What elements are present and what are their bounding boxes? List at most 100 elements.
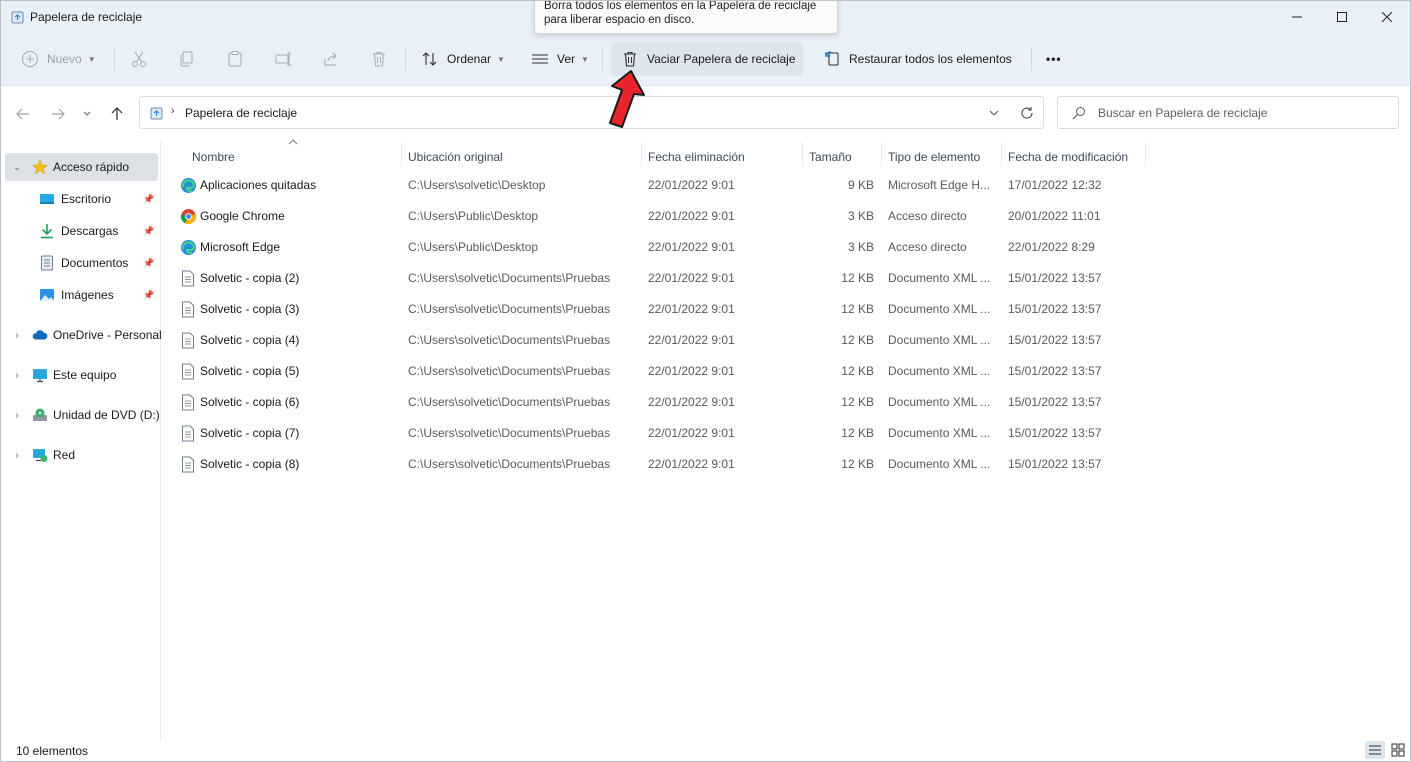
- pin-icon[interactable]: 📌: [143, 258, 154, 269]
- file-size: 3 KB: [847, 240, 874, 254]
- sidebar-item-downloads[interactable]: Descargas 📌: [1, 217, 159, 245]
- chevron-right-icon[interactable]: ›: [11, 370, 23, 380]
- sidebar-item-this-pc[interactable]: › Este equipo: [1, 361, 159, 389]
- rename-button[interactable]: [274, 42, 292, 76]
- table-row[interactable]: Solvetic - copia (4) C:\Users\solvetic\Do…: [173, 325, 1143, 356]
- date-deleted: 22/01/2022 9:01: [648, 178, 735, 192]
- table-row[interactable]: Solvetic - copia (3) C:\Users\solvetic\Do…: [173, 294, 1143, 325]
- search-box[interactable]: Buscar en Papelera de reciclaje: [1057, 96, 1399, 129]
- sidebar-item-pictures[interactable]: Imágenes 📌: [1, 281, 159, 309]
- sidebar-item-label: Imágenes: [61, 288, 114, 302]
- file-name: Solvetic - copia (5): [200, 364, 300, 378]
- address-bar[interactable]: › Papelera de reciclaje: [139, 96, 1044, 129]
- view-button[interactable]: Ver ▼: [531, 42, 589, 76]
- sidebar-item-dvd-drive[interactable]: › Unidad de DVD (D:): [1, 401, 160, 429]
- original-location: C:\Users\solvetic\Documents\Pruebas: [408, 364, 611, 378]
- file-size: 12 KB: [841, 395, 874, 409]
- breadcrumb[interactable]: Papelera de reciclaje: [185, 106, 297, 120]
- empty-recycle-bin-button[interactable]: Vaciar Papelera de reciclaje: [621, 42, 796, 76]
- chevron-right-icon[interactable]: ›: [11, 330, 23, 340]
- recent-locations-button[interactable]: [78, 105, 96, 123]
- sort-button[interactable]: Ordenar ▼: [421, 42, 505, 76]
- column-header-date-modified[interactable]: Fecha de modificación: [1008, 146, 1128, 168]
- sidebar-item-label: Escritorio: [61, 192, 112, 206]
- date-deleted: 22/01/2022 9:01: [648, 364, 735, 378]
- date-modified: 15/01/2022 13:57: [1008, 457, 1102, 471]
- pin-icon[interactable]: 📌: [143, 226, 154, 237]
- chevron-down-icon[interactable]: [989, 110, 999, 116]
- details-view-icon: [1369, 745, 1381, 755]
- chevron-right-icon[interactable]: ›: [11, 450, 23, 460]
- details-view-button[interactable]: [1365, 741, 1385, 759]
- column-header-original-location[interactable]: Ubicación original: [408, 146, 503, 168]
- item-type: Acceso directo: [888, 209, 967, 223]
- table-row[interactable]: Solvetic - copia (2) C:\Users\solvetic\Do…: [173, 263, 1143, 294]
- restore-all-button[interactable]: Restaurar todos los elementos: [823, 42, 1012, 76]
- table-row[interactable]: Aplicaciones quitadas C:\Users\solvetic\D…: [173, 170, 1143, 201]
- refresh-icon[interactable]: [1020, 106, 1034, 120]
- table-row[interactable]: Solvetic - copia (7) C:\Users\solvetic\Do…: [173, 418, 1143, 449]
- date-modified: 15/01/2022 13:57: [1008, 426, 1102, 440]
- table-row[interactable]: Solvetic - copia (8) C:\Users\solvetic\Do…: [173, 449, 1143, 480]
- toolbar-separator: [114, 47, 115, 71]
- sidebar-item-onedrive[interactable]: › OneDrive - Personal: [1, 321, 162, 349]
- column-divider[interactable]: [1001, 142, 1002, 166]
- chevron-down-icon[interactable]: ⌄: [11, 162, 23, 173]
- column-divider[interactable]: [802, 142, 803, 166]
- item-type: Documento XML ...: [888, 333, 991, 347]
- column-header-date-deleted[interactable]: Fecha eliminación: [648, 146, 745, 168]
- pin-icon[interactable]: 📌: [143, 290, 154, 301]
- table-row[interactable]: Google Chrome C:\Users\Public\Desktop 22/0…: [173, 201, 1143, 232]
- search-input[interactable]: Buscar en Papelera de reciclaje: [1098, 106, 1267, 120]
- sort-ascending-icon: [288, 139, 298, 145]
- column-header-name[interactable]: Nombre: [192, 146, 235, 168]
- close-button[interactable]: [1364, 1, 1410, 33]
- restore-icon: [825, 51, 839, 66]
- window-title: Papelera de reciclaje: [30, 10, 143, 24]
- date-deleted: 22/01/2022 9:01: [648, 333, 735, 347]
- table-row[interactable]: Microsoft Edge C:\Users\Public\Desktop 22/…: [173, 232, 1143, 263]
- column-divider[interactable]: [641, 142, 642, 166]
- table-row[interactable]: Solvetic - copia (5) C:\Users\solvetic\Do…: [173, 356, 1143, 387]
- documents-icon: [41, 255, 53, 271]
- column-header-size[interactable]: Tamaño: [809, 146, 852, 168]
- chevron-right-icon[interactable]: ›: [11, 410, 23, 420]
- table-row[interactable]: Solvetic - copia (6) C:\Users\solvetic\Do…: [173, 387, 1143, 418]
- view-list-icon: [532, 54, 548, 64]
- date-modified: 15/01/2022 13:57: [1008, 364, 1102, 378]
- column-divider[interactable]: [881, 142, 882, 166]
- column-header-type[interactable]: Tipo de elemento: [888, 146, 980, 168]
- share-button[interactable]: [322, 42, 340, 76]
- copy-button[interactable]: [178, 42, 196, 76]
- delete-button[interactable]: [370, 42, 388, 76]
- pin-icon[interactable]: 📌: [143, 194, 154, 205]
- file-name: Solvetic - copia (8): [200, 457, 300, 471]
- maximize-icon: [1337, 12, 1347, 22]
- minimize-button[interactable]: [1274, 1, 1320, 33]
- file-size: 12 KB: [841, 271, 874, 285]
- sidebar-item-network[interactable]: › Red: [1, 441, 159, 469]
- item-type: Documento XML ...: [888, 457, 991, 471]
- sidebar-item-documents[interactable]: Documentos 📌: [1, 249, 159, 277]
- file-size: 12 KB: [841, 333, 874, 347]
- maximize-button[interactable]: [1319, 1, 1365, 33]
- document-icon: [179, 455, 197, 473]
- paste-button[interactable]: [226, 42, 244, 76]
- back-button[interactable]: [12, 105, 34, 123]
- cut-button[interactable]: [130, 42, 148, 76]
- sidebar-item-quick-access[interactable]: ⌄ Acceso rápido: [5, 153, 158, 181]
- up-button[interactable]: [106, 105, 128, 123]
- new-button[interactable]: Nuevo ▼: [21, 42, 96, 76]
- file-size: 3 KB: [847, 209, 874, 223]
- file-size: 12 KB: [841, 426, 874, 440]
- copy-icon: [180, 51, 193, 67]
- column-divider[interactable]: [1145, 142, 1146, 166]
- document-icon: [179, 362, 197, 380]
- column-divider[interactable]: [401, 142, 402, 166]
- original-location: C:\Users\solvetic\Documents\Pruebas: [408, 302, 611, 316]
- sidebar-item-desktop[interactable]: Escritorio 📌: [1, 185, 159, 213]
- tiles-view-button[interactable]: [1388, 741, 1408, 759]
- more-options-button[interactable]: •••: [1046, 42, 1062, 76]
- item-type: Documento XML ...: [888, 395, 991, 409]
- forward-button[interactable]: [47, 105, 69, 123]
